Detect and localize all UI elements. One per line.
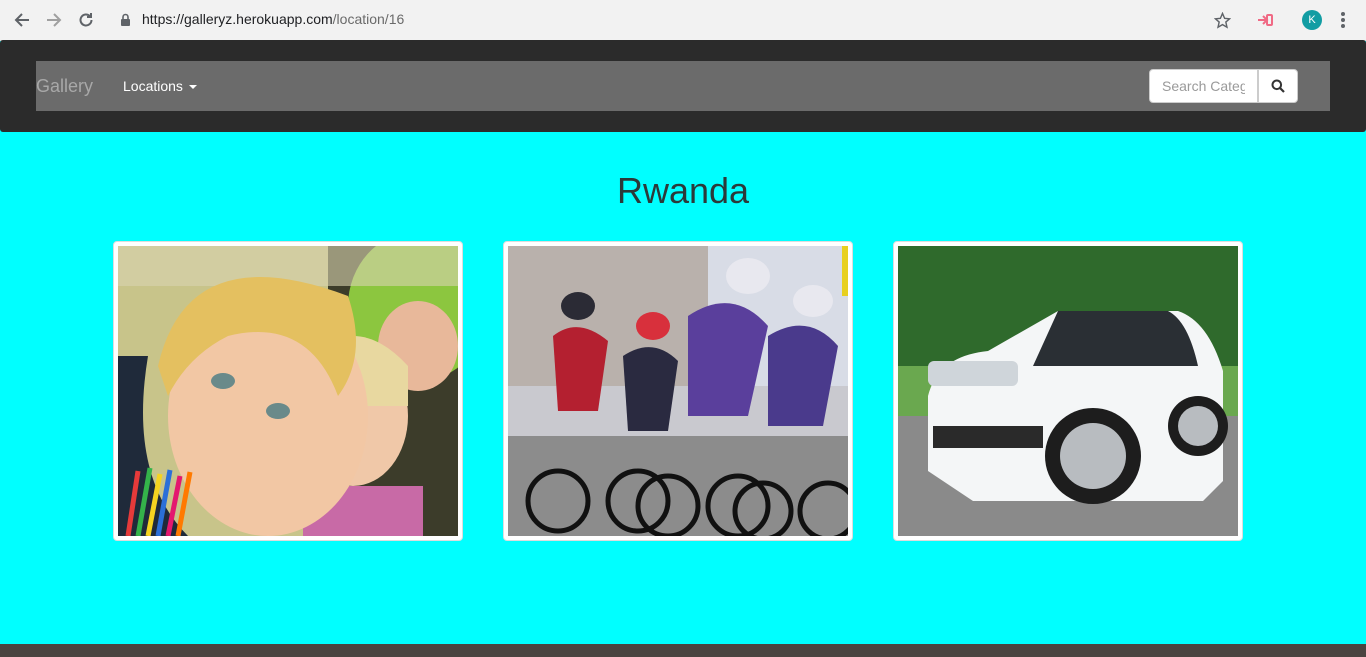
search-button[interactable] (1258, 69, 1298, 103)
more-menu-icon[interactable] (1340, 11, 1346, 29)
browser-toolbar: https://galleryz.herokuapp.com/location/… (0, 0, 1366, 41)
url-host: https://galleryz.herokuapp.com (142, 11, 333, 27)
navbar: Gallery Locations (0, 40, 1366, 132)
desktop-taskbar (0, 644, 1366, 657)
back-button[interactable] (10, 8, 34, 32)
suv-car-photo (898, 246, 1238, 536)
gallery-image-1[interactable] (113, 241, 463, 541)
forward-arrow-icon (47, 13, 62, 27)
gallery-image-3[interactable] (893, 241, 1243, 541)
navbar-inner: Gallery Locations (36, 61, 1330, 111)
reload-button[interactable] (74, 8, 98, 32)
brand-link[interactable]: Gallery (36, 76, 93, 97)
children-photo (118, 246, 458, 536)
caret-down-icon (188, 85, 197, 89)
search-icon (1271, 79, 1285, 93)
forward-button[interactable] (42, 8, 66, 32)
lock-icon (121, 13, 130, 26)
url-path: /location/16 (332, 11, 405, 27)
locations-label: Locations (123, 78, 183, 94)
reload-icon (79, 13, 93, 27)
profile-avatar[interactable]: K (1302, 10, 1322, 30)
back-arrow-icon (14, 13, 29, 27)
search-input[interactable] (1149, 69, 1258, 103)
page-title: Rwanda (616, 170, 750, 211)
bookmark-star-icon[interactable] (1214, 12, 1231, 29)
cyclists-photo (508, 246, 848, 536)
locations-dropdown[interactable]: Locations (123, 78, 197, 94)
gallery-image-2[interactable] (503, 241, 853, 541)
address-bar[interactable]: https://galleryz.herokuapp.com/location/… (142, 11, 404, 27)
extension-icon[interactable] (1256, 12, 1274, 28)
